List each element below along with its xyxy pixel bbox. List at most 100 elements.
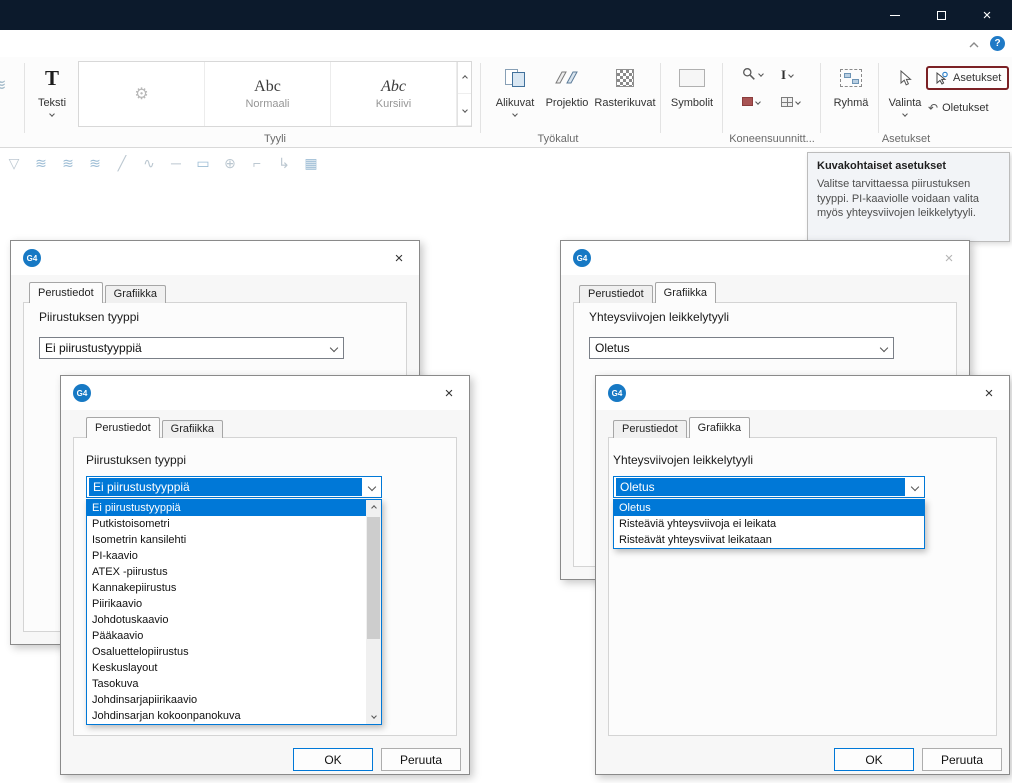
- style-gallery-normaali-cell[interactable]: Abc Normaali: [205, 62, 331, 126]
- minimize-button[interactable]: [873, 0, 917, 30]
- list-item[interactable]: Putkistoisometri: [87, 516, 366, 532]
- tab-perustiedot[interactable]: Perustiedot: [29, 282, 103, 303]
- list-item[interactable]: ATEX -piirustus: [87, 564, 366, 580]
- scrollbar-thumb[interactable]: [367, 517, 380, 639]
- ok-button[interactable]: OK: [834, 748, 914, 771]
- hatch-lines3-icon[interactable]: ≋: [85, 152, 105, 174]
- field-label: Piirustuksen tyyppi: [39, 310, 139, 324]
- oletukset-button[interactable]: ↶ Oletukset: [928, 101, 989, 115]
- branch-arrow-icon[interactable]: ↳: [274, 152, 294, 174]
- chevron-down-icon[interactable]: [905, 477, 924, 497]
- machine-tool-button[interactable]: [742, 97, 760, 106]
- ribbon-separator: [722, 63, 723, 133]
- list-scrollbar[interactable]: [366, 500, 381, 724]
- list-item[interactable]: Piirikaavio: [87, 596, 366, 612]
- list-item[interactable]: Tasokuva: [87, 676, 366, 692]
- grid-tool-button[interactable]: [781, 97, 800, 107]
- dialog-close-button[interactable]: ×: [979, 383, 999, 403]
- raster-region-icon[interactable]: ▦: [301, 152, 321, 174]
- dialog-titlebar[interactable]: G4 ×: [561, 241, 969, 275]
- zoom-region-icon[interactable]: ▭: [193, 152, 213, 174]
- window-titlebar[interactable]: ×: [0, 0, 1012, 30]
- chevron-down-icon[interactable]: [874, 338, 893, 358]
- list-item[interactable]: Risteävät yhteysviivat leikataan: [614, 532, 924, 548]
- undo-icon: ↶: [928, 101, 938, 115]
- corner-line-icon[interactable]: ⌐: [247, 152, 267, 174]
- list-item[interactable]: Johdinsarjapiirikaavio: [87, 692, 366, 708]
- alikuvat-label: Alikuvat: [496, 97, 535, 109]
- tab-perustiedot[interactable]: Perustiedot: [86, 417, 160, 438]
- chevron-down-icon[interactable]: [324, 338, 343, 358]
- list-item[interactable]: Isometrin kansilehti: [87, 532, 366, 548]
- tab-grafiikka[interactable]: Grafiikka: [655, 282, 716, 303]
- gallery-scroll-down-button[interactable]: [458, 94, 471, 126]
- style-gallery-kursiivi-cell[interactable]: Abc Kursiivi: [331, 62, 457, 126]
- teksti-button[interactable]: T Teksti: [30, 62, 74, 116]
- teksti-label: Teksti: [38, 97, 66, 109]
- list-item[interactable]: Oletus: [614, 500, 924, 516]
- projektio-button[interactable]: Projektio: [543, 62, 591, 109]
- ok-button[interactable]: OK: [293, 748, 373, 771]
- dash-line-icon[interactable]: ─: [166, 152, 186, 174]
- symbolit-label: Symbolit: [671, 97, 713, 109]
- tab-perustiedot[interactable]: Perustiedot: [579, 285, 653, 303]
- list-item[interactable]: Johdinsarjan kokoonpanokuva: [87, 708, 366, 724]
- measure-zoom-button[interactable]: [742, 67, 763, 81]
- drawing-type-combobox[interactable]: Ei piirustustyyppiä: [86, 476, 382, 498]
- tab-grafiikka[interactable]: Grafiikka: [689, 417, 750, 438]
- list-item[interactable]: Pääkaavio: [87, 628, 366, 644]
- chevron-down-icon[interactable]: [362, 477, 381, 497]
- ryhma-button[interactable]: Ryhmä: [826, 62, 876, 109]
- combobox-value: Oletus: [616, 478, 905, 496]
- list-item[interactable]: Keskuslayout: [87, 660, 366, 676]
- rasterikuvat-button[interactable]: Rasterikuvat: [592, 62, 658, 109]
- gallery-scroll-up-button[interactable]: [458, 62, 471, 94]
- collapse-ribbon-button[interactable]: [966, 39, 982, 51]
- line-style-combobox[interactable]: Oletus: [589, 337, 894, 359]
- valinta-button[interactable]: Valinta: [882, 62, 928, 116]
- combobox-value: Ei piirustustyyppiä: [89, 478, 362, 496]
- text-cursor-button[interactable]: I: [781, 67, 793, 83]
- style-preview-normaali: Abc: [254, 78, 281, 96]
- scroll-down-button[interactable]: [366, 708, 381, 724]
- maximize-button[interactable]: [919, 0, 963, 30]
- g4-logo: G4: [608, 384, 626, 402]
- dialog-close-button[interactable]: ×: [389, 248, 409, 268]
- dialog-titlebar[interactable]: G4 ×: [11, 241, 419, 275]
- list-item[interactable]: Ei piirustustyyppiä: [87, 500, 366, 516]
- center-mark-icon[interactable]: ⊕: [220, 152, 240, 174]
- dialog-drawing-type-front: G4 × Perustiedot Grafiikka Piirustuksen …: [60, 375, 470, 775]
- hatch-lines2-icon[interactable]: ≋: [58, 152, 78, 174]
- style-gallery-default-cell[interactable]: ⚙: [79, 62, 205, 126]
- hatch-lines-icon[interactable]: ≋: [31, 152, 51, 174]
- help-button[interactable]: ?: [990, 36, 1005, 51]
- dialog-titlebar[interactable]: G4 ×: [61, 376, 469, 410]
- dialog-close-button[interactable]: ×: [939, 248, 959, 268]
- tab-perustiedot[interactable]: Perustiedot: [613, 420, 687, 438]
- symbolit-button[interactable]: Symbolit: [666, 62, 718, 109]
- asetukset-button[interactable]: Asetukset: [926, 66, 1009, 90]
- list-item[interactable]: Osaluettelopiirustus: [87, 644, 366, 660]
- clipped-left-icon: ≋: [0, 75, 6, 95]
- dialog-tabs: Perustiedot Grafiikka: [29, 282, 168, 303]
- list-item[interactable]: PI-kaavio: [87, 548, 366, 564]
- diagonal-line-icon[interactable]: ╱: [112, 152, 132, 174]
- dialog-close-button[interactable]: ×: [439, 383, 459, 403]
- close-button[interactable]: ×: [965, 0, 1009, 30]
- wave-line-icon[interactable]: ∿: [139, 152, 159, 174]
- list-item[interactable]: Johdotuskaavio: [87, 612, 366, 628]
- line-style-combobox[interactable]: Oletus: [613, 476, 925, 498]
- cancel-button[interactable]: Peruuta: [922, 748, 1002, 771]
- scroll-up-button[interactable]: [366, 500, 381, 516]
- tab-grafiikka[interactable]: Grafiikka: [105, 285, 166, 303]
- list-item[interactable]: Kannakepiirustus: [87, 580, 366, 596]
- drawing-type-combobox[interactable]: Ei piirustustyyppiä: [39, 337, 344, 359]
- cancel-button[interactable]: Peruuta: [381, 748, 461, 771]
- chevron-down-icon: [512, 111, 518, 117]
- tab-grafiikka[interactable]: Grafiikka: [162, 420, 223, 438]
- alikuvat-button[interactable]: Alikuvat: [488, 62, 542, 116]
- list-item[interactable]: Risteäviä yhteysviivoja ei leikata: [614, 516, 924, 532]
- filter-icon[interactable]: ▽: [4, 152, 24, 174]
- gear-icon: ⚙: [134, 84, 148, 104]
- dialog-titlebar[interactable]: G4 ×: [596, 376, 1009, 410]
